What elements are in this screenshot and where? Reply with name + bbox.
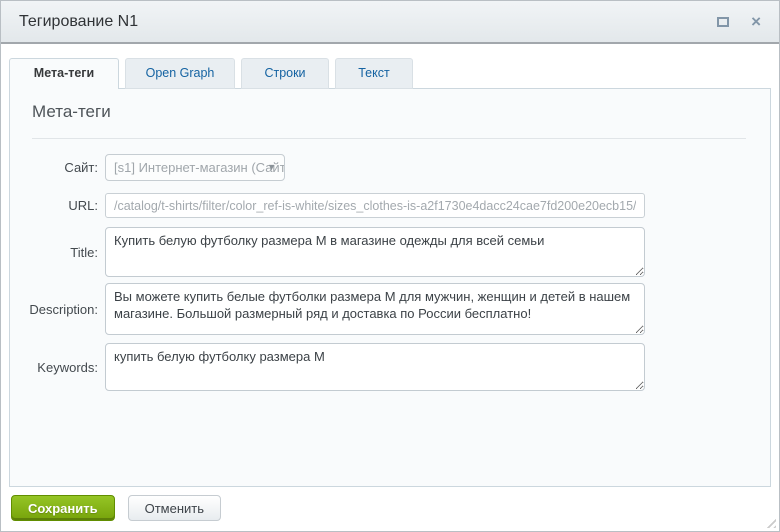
description-textarea[interactable]: Вы можете купить белые футболки размера …	[105, 283, 645, 335]
tab-open-graph[interactable]: Open Graph	[125, 58, 235, 89]
close-icon[interactable]: ×	[751, 13, 761, 30]
url-row: URL:	[10, 193, 645, 218]
tab-text[interactable]: Текст	[335, 58, 413, 89]
site-label: Сайт:	[10, 160, 105, 175]
cancel-button[interactable]: Отменить	[128, 495, 221, 521]
window-controls: ×	[717, 1, 761, 42]
keywords-row: Keywords: купить белую футболку размера …	[10, 343, 645, 391]
site-row: Сайт: [s1] Интернет-магазин (Сайт ▼	[10, 154, 285, 181]
chevron-down-icon: ▼	[267, 155, 276, 180]
description-row: Description: Вы можете купить белые футб…	[10, 283, 645, 335]
keywords-textarea[interactable]: купить белую футболку размера М	[105, 343, 645, 391]
dialog-titlebar: Тегирование N1 ×	[1, 1, 779, 44]
meta-tags-panel: Мета-теги Сайт: [s1] Интернет-магазин (С…	[9, 88, 771, 487]
keywords-label: Keywords:	[10, 360, 105, 375]
title-row: Title: Купить белую футболку размера М в…	[10, 227, 645, 277]
description-label: Description:	[10, 302, 105, 317]
site-select: [s1] Интернет-магазин (Сайт ▼	[105, 154, 285, 181]
dialog-title: Тегирование N1	[19, 1, 138, 42]
section-divider	[32, 138, 746, 139]
url-label: URL:	[10, 198, 105, 213]
resize-grip[interactable]	[763, 515, 776, 528]
tagging-dialog: Тегирование N1 × Мета-теги Open Graph Ст…	[0, 0, 780, 532]
tab-bar: Мета-теги Open Graph Строки Текст	[9, 58, 413, 89]
tab-strings[interactable]: Строки	[241, 58, 329, 89]
save-button[interactable]: Сохранить	[11, 495, 115, 521]
title-label: Title:	[10, 245, 105, 260]
section-heading: Мета-теги	[32, 102, 111, 122]
title-textarea[interactable]: Купить белую футболку размера М в магази…	[105, 227, 645, 277]
url-input[interactable]	[105, 193, 645, 218]
site-select-value: [s1] Интернет-магазин (Сайт	[114, 160, 285, 175]
tab-meta-tags[interactable]: Мета-теги	[9, 58, 119, 89]
dialog-footer: Сохранить Отменить	[11, 495, 221, 521]
maximize-icon[interactable]	[717, 17, 729, 27]
